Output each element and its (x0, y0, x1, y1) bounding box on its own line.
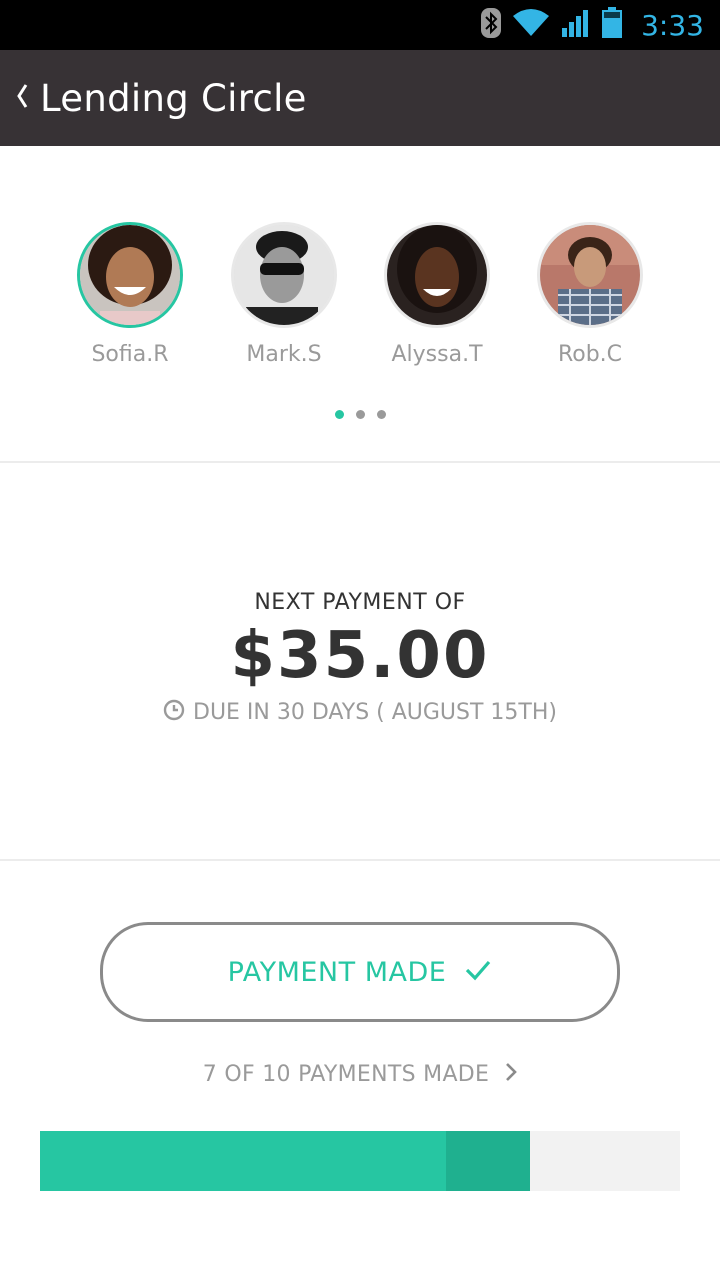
wifi-icon (511, 8, 551, 43)
page-indicator (0, 410, 720, 419)
member-name: Rob.C (557, 342, 623, 367)
due-date: DUE IN 30 DAYS ( AUGUST 15TH) (193, 700, 557, 725)
member-name: Alyssa.T (391, 342, 483, 367)
progress-paid-segment (40, 1131, 446, 1191)
payments-progress-bar (40, 1131, 680, 1191)
back-button[interactable] (4, 50, 40, 146)
avatar (537, 222, 643, 328)
progress-current-segment (445, 1131, 531, 1191)
page-dot-active (334, 410, 344, 419)
payment-amount: $35.00 (230, 619, 490, 693)
member-mark[interactable]: Mark.S (229, 222, 339, 367)
due-row: DUE IN 30 DAYS ( AUGUST 15TH) (0, 699, 720, 726)
member-alyssa[interactable]: Alyssa.T (382, 222, 492, 367)
app-bar: Lending Circle (0, 50, 720, 146)
signal-icon (561, 8, 591, 43)
payments-summary: 7 OF 10 PAYMENTS MADE (202, 1062, 490, 1087)
page-dot (376, 410, 386, 419)
status-icons: 3:33 (481, 0, 704, 50)
avatar (231, 222, 337, 328)
bluetooth-icon (481, 7, 502, 43)
payments-summary-link[interactable]: 7 OF 10 PAYMENTS MADE (0, 1062, 720, 1087)
payment-made-label: PAYMENT MADE (227, 956, 447, 988)
divider (0, 461, 720, 463)
status-time: 3:33 (641, 8, 704, 42)
check-icon (464, 959, 492, 986)
member-name: Mark.S (246, 342, 322, 367)
avatar (384, 222, 490, 328)
payment-info: NEXT PAYMENT OF $35.00 DUE IN 30 DAYS ( … (0, 590, 720, 726)
payment-caption: NEXT PAYMENT OF (254, 590, 466, 615)
chevron-right-icon (505, 1062, 518, 1087)
member-rob[interactable]: Rob.C (535, 222, 645, 367)
member-carousel[interactable]: Sofia.R Mark.S Alyssa.T Rob.C (0, 146, 720, 462)
chevron-left-icon (15, 82, 29, 115)
divider (0, 859, 720, 861)
member-name: Sofia.R (91, 342, 169, 367)
avatar (77, 222, 183, 328)
member-sofia[interactable]: Sofia.R (75, 222, 185, 367)
page-title: Lending Circle (40, 76, 307, 120)
payment-made-button[interactable]: PAYMENT MADE (100, 922, 620, 1022)
page-dot (355, 410, 365, 419)
status-bar: 3:33 (0, 0, 720, 50)
clock-icon (163, 699, 185, 726)
battery-icon (601, 6, 623, 44)
